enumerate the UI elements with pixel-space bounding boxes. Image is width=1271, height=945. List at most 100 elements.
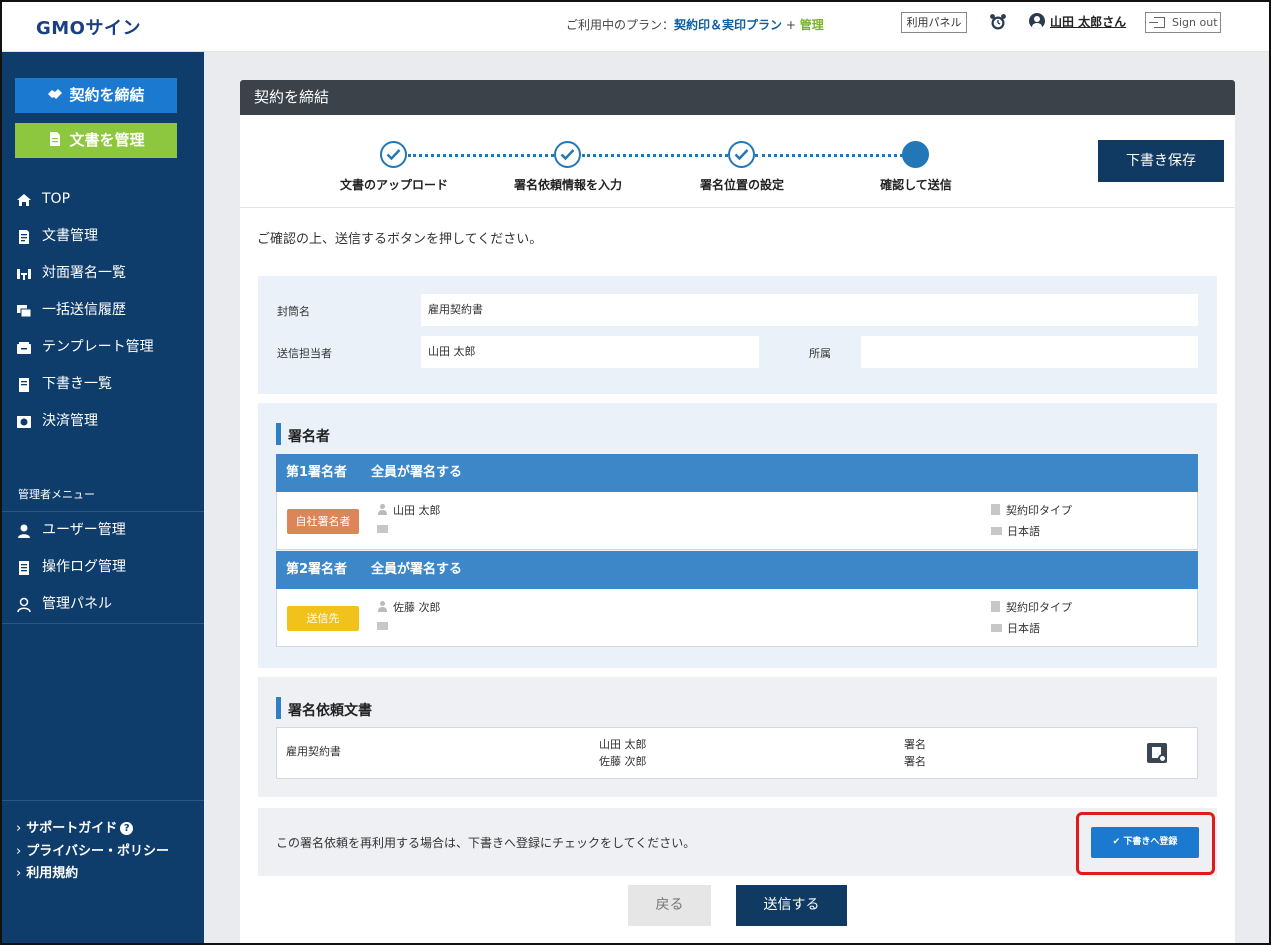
sidebar-item-drafts[interactable]: 下書き一覧 xyxy=(2,366,204,403)
sidebar-item-label: 対面署名一覧 xyxy=(42,265,126,281)
file-icon xyxy=(50,132,61,146)
alarm-clock-icon[interactable] xyxy=(988,12,1008,32)
plan-prefix: ご利用中のプラン： xyxy=(566,18,675,32)
sender-field: 山田 太郎 xyxy=(421,336,759,368)
step-4-label: 確認して送信 xyxy=(880,178,952,192)
envelope-info-panel: 封筒名 雇用契約書 送信担当者 山田 太郎 所属 xyxy=(258,276,1217,394)
make-contract-button[interactable]: 契約を締結 xyxy=(15,78,177,113)
sidebar: 契約を締結 文書を管理 TOP 文書管理 対面署名一覧 一括送信履歴 テンプレー… xyxy=(2,52,204,943)
top-header: GMOサイン ご利用中のプラン：契約印＆実印プラン + 管理 利用パネル 山田 … xyxy=(0,0,1271,52)
sidebar-item-label: 管理パネル xyxy=(42,596,112,612)
handshake-icon xyxy=(48,89,63,99)
sidebar-item-logs[interactable]: 操作ログ管理 xyxy=(2,549,204,586)
user-icon xyxy=(18,524,30,538)
manage-documents-label: 文書を管理 xyxy=(69,131,145,149)
payment-icon xyxy=(17,416,31,428)
support-guide-label: サポートガイド xyxy=(26,821,118,836)
language: 日本語 xyxy=(991,620,1040,636)
highlight-box xyxy=(1076,812,1215,875)
signer-2-header: 第2署名者 全員が署名する xyxy=(276,551,1198,589)
send-button[interactable]: 送信する xyxy=(736,885,847,926)
sidebar-item-bulk-send[interactable]: 一括送信履歴 xyxy=(2,292,204,329)
sidebar-item-label: 操作ログ管理 xyxy=(42,559,126,575)
person-icon xyxy=(377,504,388,515)
signature-type-text: 契約印タイプ xyxy=(1006,601,1072,614)
bulk-send-icon xyxy=(17,305,32,318)
document-icon xyxy=(19,230,29,244)
sidebar-item-label: 決済管理 xyxy=(42,413,98,429)
current-plan: ご利用中のプラン：契約印＆実印プラン + 管理 xyxy=(566,16,824,33)
back-button[interactable]: 戻る xyxy=(628,885,711,926)
manage-documents-button[interactable]: 文書を管理 xyxy=(15,123,177,158)
template-icon xyxy=(17,342,31,354)
privacy-policy-label: プライバシー・ポリシー xyxy=(26,844,169,859)
step-3-done-icon xyxy=(728,141,755,168)
sidebar-item-face-to-face[interactable]: 対面署名一覧 xyxy=(2,255,204,292)
language-mail-icon xyxy=(991,527,1002,535)
signer-name: 佐藤 次郎 xyxy=(377,599,441,615)
progress-steps: 文書のアップロード 署名依頼情報を入力 署名位置の設定 確認して送信 下書き保存 xyxy=(240,115,1235,208)
sidebar-item-templates[interactable]: テンプレート管理 xyxy=(2,329,204,366)
sidebar-item-label: ユーザー管理 xyxy=(42,522,126,538)
step-connector xyxy=(755,154,903,157)
terms-link[interactable]: › 利用規約 xyxy=(16,862,78,881)
signer-name-text: 佐藤 次郎 xyxy=(393,601,441,614)
user-avatar-icon xyxy=(1029,13,1045,29)
signers-panel: 署名者 第1署名者 全員が署名する 自社署名者 山田 太郎 契約印タイプ 日本語 … xyxy=(258,403,1217,668)
sidebar-item-users[interactable]: ユーザー管理 xyxy=(2,512,204,549)
sidebar-item-label: テンプレート管理 xyxy=(42,339,154,355)
sidebar-item-payments[interactable]: 決済管理 xyxy=(2,403,204,440)
face-to-face-icon xyxy=(17,269,31,280)
make-contract-label: 契約を締結 xyxy=(69,86,145,104)
instruction-text: ご確認の上、送信するボタンを押してください。 xyxy=(257,232,543,247)
signer-2-row: 送信先 佐藤 次郎 契約印タイプ 日本語 xyxy=(276,589,1198,647)
sidebar-item-label: TOP xyxy=(42,191,71,207)
sidebar-item-top[interactable]: TOP xyxy=(2,181,204,218)
save-draft-button[interactable]: 下書き保存 xyxy=(1098,140,1224,182)
step-3-label: 署名位置の設定 xyxy=(699,178,784,192)
documents-title: 署名依頼文書 xyxy=(276,697,372,720)
draft-icon xyxy=(19,378,29,392)
mail-icon xyxy=(377,522,393,537)
sender-label: 送信担当者 xyxy=(277,347,332,360)
step-1-done-icon xyxy=(380,141,407,168)
document-name: 雇用契約書 xyxy=(286,745,341,758)
contract-card: 契約を締結 文書のアップロード 署名依頼情報を入力 署名位置の設定 確認して送信… xyxy=(240,80,1235,945)
user-menu[interactable]: 山田 太郎さん xyxy=(1029,13,1126,30)
sign-out-button[interactable]: Sign out xyxy=(1145,12,1221,33)
privacy-policy-link[interactable]: › プライバシー・ポリシー xyxy=(16,840,169,859)
gmo-sign-logo[interactable]: GMOサイン xyxy=(36,14,141,40)
admin-panel-icon xyxy=(17,597,31,613)
signer-name-text: 山田 太郎 xyxy=(393,504,441,517)
signature-type-text: 契約印タイプ xyxy=(1006,504,1072,517)
support-guide-link[interactable]: › サポートガイド? xyxy=(16,817,134,836)
signature-type: 契約印タイプ xyxy=(991,599,1072,615)
sidebar-item-documents[interactable]: 文書管理 xyxy=(2,218,204,255)
language-mail-icon xyxy=(991,624,1002,632)
step-1-label: 文書のアップロード xyxy=(339,178,448,192)
language-text: 日本語 xyxy=(1007,525,1040,538)
admin-menu-heading: 管理者メニュー xyxy=(18,488,95,501)
document-signer-1: 山田 太郎 xyxy=(599,738,647,751)
sidebar-item-label: 一括送信履歴 xyxy=(42,302,126,318)
envelope-name-field: 雇用契約書 xyxy=(421,294,1198,326)
signature-type: 契約印タイプ xyxy=(991,502,1072,518)
signers-title: 署名者 xyxy=(276,423,330,446)
plan-plus: + xyxy=(785,18,796,32)
document-action-2: 署名 xyxy=(904,755,926,768)
step-2-done-icon xyxy=(554,141,581,168)
user-name[interactable]: 山田 太郎さん xyxy=(1050,15,1126,29)
plan-name: 契約印＆実印プラン xyxy=(674,18,783,32)
terms-label: 利用規約 xyxy=(26,866,79,881)
page-title: 契約を締結 xyxy=(240,80,1235,115)
document-signer-2: 佐藤 次郎 xyxy=(599,755,647,768)
usage-panel-button[interactable]: 利用パネル xyxy=(901,12,967,33)
document-type-icon xyxy=(991,601,1000,612)
signer-order: 第1署名者 xyxy=(286,465,348,480)
signer-1-header: 第1署名者 全員が署名する xyxy=(276,454,1198,492)
sidebar-item-admin-panel[interactable]: 管理パネル xyxy=(2,586,204,623)
home-icon xyxy=(17,194,31,206)
document-preview-icon[interactable] xyxy=(1147,743,1167,763)
sidebar-divider xyxy=(2,623,204,624)
recipient-badge: 送信先 xyxy=(287,606,359,631)
